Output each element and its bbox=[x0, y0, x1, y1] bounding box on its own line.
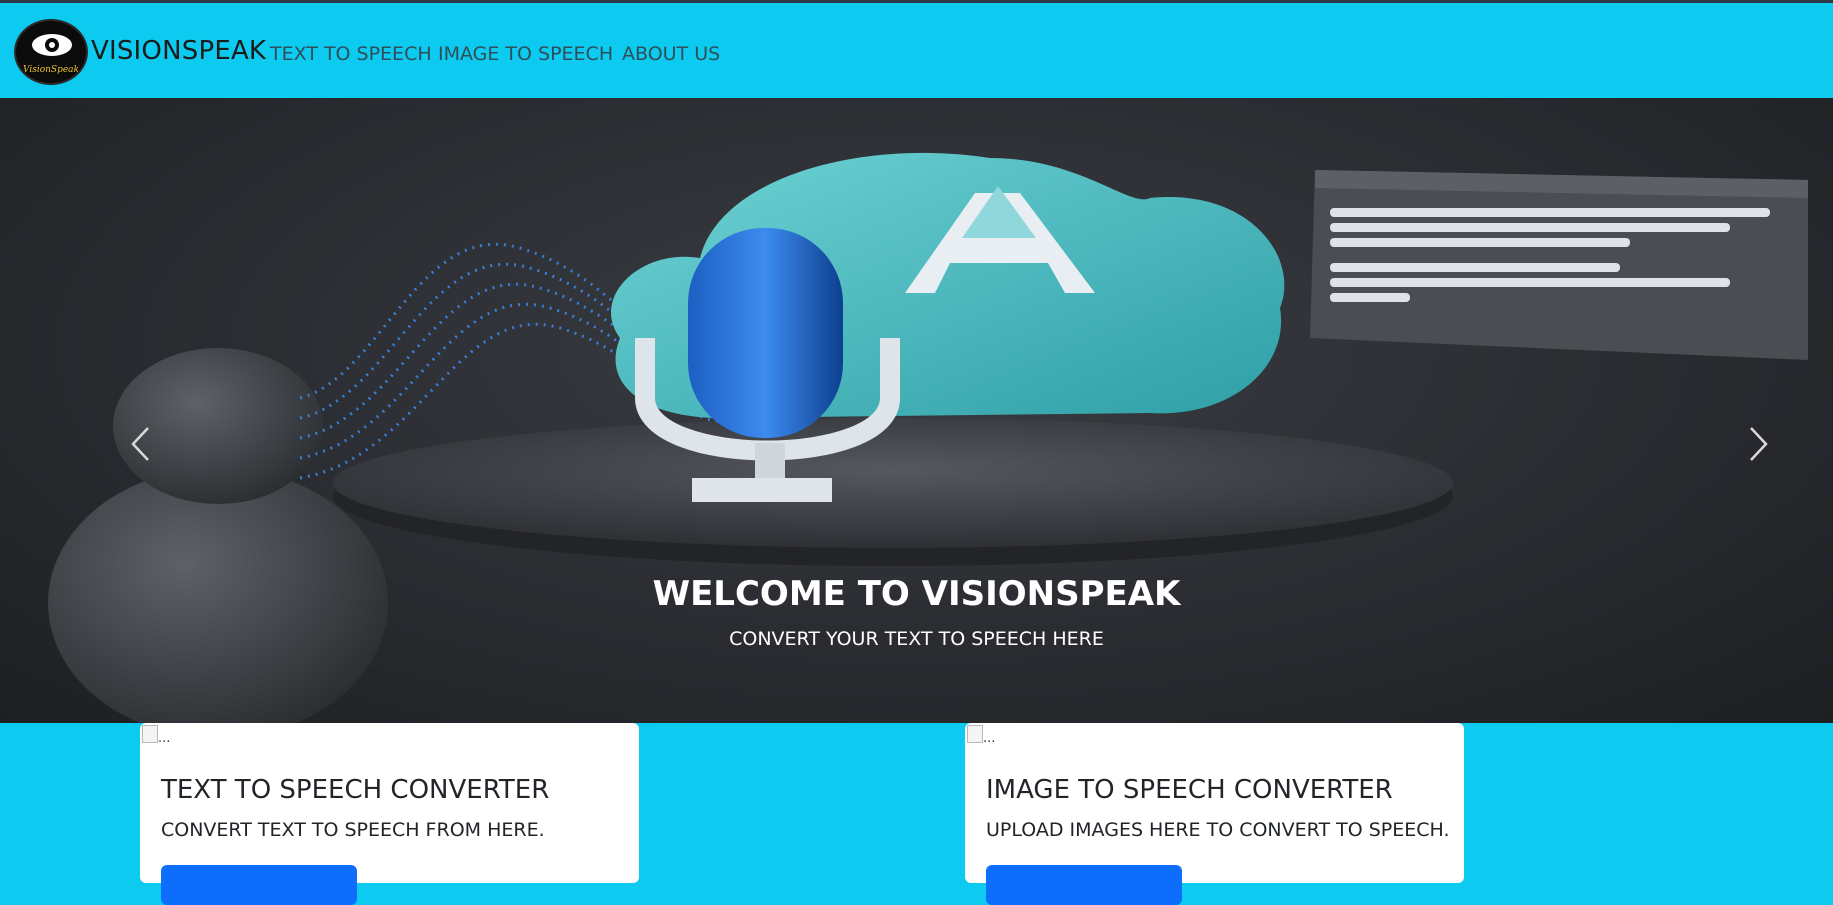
card-text: UPLOAD IMAGES HERE TO CONVERT TO SPEECH. bbox=[986, 819, 1450, 841]
card-title: IMAGE TO SPEECH CONVERTER bbox=[986, 775, 1393, 805]
chevron-right-icon bbox=[1750, 427, 1768, 461]
card-text: CONVERT TEXT TO SPEECH FROM HERE. bbox=[161, 819, 545, 841]
hero-carousel: WELCOME TO VISIONSPEAK CONVERT YOUR TEXT… bbox=[0, 98, 1833, 723]
nav-link-about-us[interactable]: ABOUT US bbox=[622, 43, 720, 65]
brand-name[interactable]: VISIONSPEAK bbox=[91, 36, 266, 66]
card-title: TEXT TO SPEECH CONVERTER bbox=[161, 775, 550, 805]
text-to-speech-card: ... TEXT TO SPEECH CONVERTER CONVERT TEX… bbox=[140, 723, 639, 905]
text-to-speech-button[interactable] bbox=[161, 865, 357, 905]
nav-link-text-to-speech[interactable]: TEXT TO SPEECH bbox=[270, 43, 432, 65]
brand-logo[interactable]: VisionSpeak bbox=[14, 19, 88, 85]
carousel-caption-subtitle: CONVERT YOUR TEXT TO SPEECH HERE bbox=[729, 628, 1104, 650]
chevron-left-icon bbox=[131, 427, 149, 461]
eye-icon bbox=[32, 34, 72, 56]
navbar: VisionSpeak VISIONSPEAK TEXT TO SPEECH I… bbox=[0, 3, 1833, 98]
nav-link-image-to-speech[interactable]: IMAGE TO SPEECH bbox=[438, 43, 613, 65]
card-image-broken: ... bbox=[965, 723, 1001, 746]
image-to-speech-card: ... IMAGE TO SPEECH CONVERTER UPLOAD IMA… bbox=[965, 723, 1464, 905]
card-image-broken: ... bbox=[140, 723, 176, 746]
carousel-next-button[interactable] bbox=[1732, 416, 1782, 472]
logo-text: VisionSpeak bbox=[22, 65, 79, 75]
image-to-speech-button[interactable] bbox=[986, 865, 1182, 905]
carousel-prev-button[interactable] bbox=[117, 416, 167, 472]
carousel-caption-title: WELCOME TO VISIONSPEAK bbox=[652, 574, 1181, 614]
